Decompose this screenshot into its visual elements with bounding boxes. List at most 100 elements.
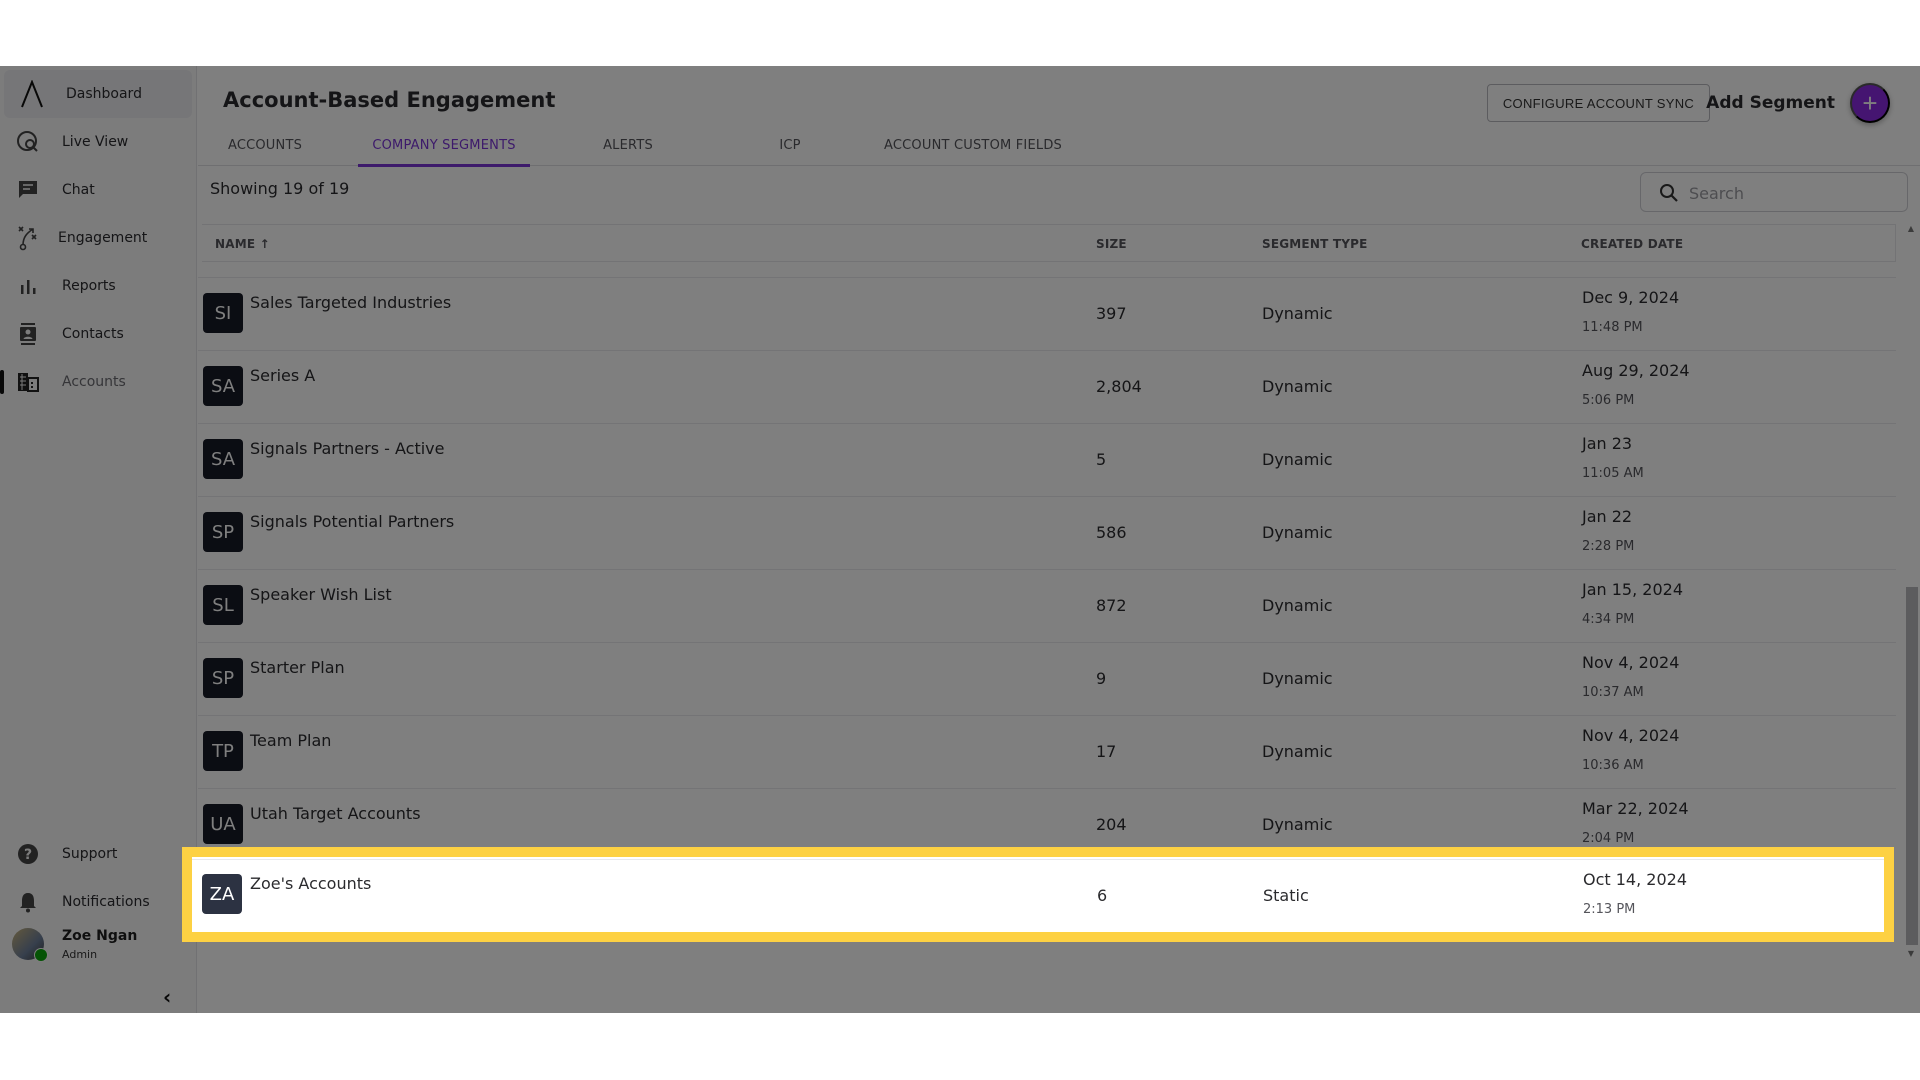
sidebar-item-contacts[interactable]: Contacts xyxy=(0,310,192,358)
segment-avatar: UA xyxy=(203,804,243,844)
sidebar-item-support[interactable]: ? Support xyxy=(0,830,192,878)
column-header-name[interactable]: NAME ↑ xyxy=(215,237,270,251)
sidebar-item-reports[interactable]: Reports xyxy=(0,262,192,310)
segment-avatar: SI xyxy=(203,293,243,333)
sidebar-item-label: Accounts xyxy=(62,374,126,390)
sidebar-item-chat[interactable]: Chat xyxy=(0,166,192,214)
table-scrollbar[interactable]: ▲ ▼ xyxy=(1904,224,1918,958)
table-row[interactable]: SP Signals Potential Partners 586 Dynamic Ja… xyxy=(198,496,1896,569)
svg-text:?: ? xyxy=(24,847,32,863)
created-time: 11:05 AM xyxy=(1582,466,1644,481)
logo-icon xyxy=(20,80,44,108)
bell-icon xyxy=(16,890,40,914)
column-header-created-date[interactable]: CREATED DATE xyxy=(1581,237,1683,251)
scroll-down-arrow-icon[interactable]: ▼ xyxy=(1908,949,1914,958)
created-time: 4:34 PM xyxy=(1582,612,1635,627)
sidebar-item-live-view[interactable]: Live View xyxy=(0,118,192,166)
created-date: Aug 29, 2024 xyxy=(1582,361,1690,380)
segment-size: 586 xyxy=(1096,523,1127,542)
sidebar-item-engagement[interactable]: Engagement xyxy=(0,214,192,262)
segment-type: Dynamic xyxy=(1262,523,1333,542)
segment-size: 397 xyxy=(1096,304,1127,323)
sidebar-item-label: Engagement xyxy=(58,230,148,246)
sidebar-item-label: Notifications xyxy=(62,894,150,910)
tab-bar: ACCOUNTS COMPANY SEGMENTS ALERTS ICP ACC… xyxy=(198,124,1920,167)
segment-size: 17 xyxy=(1096,742,1117,761)
segment-name[interactable]: Speaker Wish List xyxy=(250,585,392,604)
segment-type: Dynamic xyxy=(1262,450,1333,469)
online-status-dot xyxy=(34,948,48,962)
segment-name[interactable]: Utah Target Accounts xyxy=(250,804,421,823)
segment-type: Static xyxy=(1263,886,1309,905)
bar-chart-icon xyxy=(16,274,40,298)
table-row[interactable]: SA Signals Partners - Active 5 Dynamic Jan 2… xyxy=(198,423,1896,496)
sidebar-item-dashboard[interactable]: Dashboard xyxy=(4,70,192,118)
contacts-icon xyxy=(16,322,40,346)
segment-name[interactable]: Sales Targeted Industries xyxy=(250,293,451,312)
table-row[interactable]: SP Starter Plan 9 Dynamic Nov 4, 2024 10:37 A… xyxy=(198,642,1896,715)
column-header-segment-type[interactable]: SEGMENT TYPE xyxy=(1262,237,1368,251)
segment-type: Dynamic xyxy=(1262,669,1333,688)
table-row[interactable]: SL Speaker Wish List 872 Dynamic Jan 15, 202… xyxy=(198,569,1896,642)
segment-type: Dynamic xyxy=(1262,815,1333,834)
segment-size: 204 xyxy=(1096,815,1127,834)
scroll-thumb[interactable] xyxy=(1906,587,1918,945)
add-segment-button[interactable]: + xyxy=(1850,83,1890,123)
table-row[interactable]: SA Series A 2,804 Dynamic Aug 29, 2024 5:06 P… xyxy=(198,350,1896,423)
table-row[interactable]: TP Team Plan 17 Dynamic Nov 4, 2024 10:36 AM xyxy=(198,715,1896,788)
tab-account-custom-fields[interactable]: ACCOUNT CUSTOM FIELDS xyxy=(858,124,1088,166)
add-segment-label[interactable]: Add Segment xyxy=(1706,93,1835,113)
scroll-up-arrow-icon[interactable]: ▲ xyxy=(1908,224,1914,233)
building-icon xyxy=(16,370,40,394)
table-row[interactable]: SI Sales Targeted Industries 397 Dynamic Dec… xyxy=(198,277,1896,350)
segment-name[interactable]: Team Plan xyxy=(250,731,331,750)
sidebar-item-label: Dashboard xyxy=(66,86,142,102)
created-date: Jan 23 xyxy=(1582,434,1633,453)
created-date: Oct 14, 2024 xyxy=(1583,870,1687,889)
tab-accounts[interactable]: ACCOUNTS xyxy=(210,124,320,166)
configure-account-sync-button[interactable]: CONFIGURE ACCOUNT SYNC xyxy=(1487,84,1710,122)
created-time: 10:37 AM xyxy=(1582,685,1644,700)
segment-name[interactable]: Signals Partners - Active xyxy=(250,439,445,458)
segment-name[interactable]: Starter Plan xyxy=(250,658,345,677)
segment-avatar: SA xyxy=(203,439,243,479)
segment-name[interactable]: Signals Potential Partners xyxy=(250,512,454,531)
live-view-icon xyxy=(16,130,40,154)
segment-size: 5 xyxy=(1096,450,1107,469)
created-time: 11:48 PM xyxy=(1582,320,1643,335)
created-time: 2:28 PM xyxy=(1582,539,1635,554)
search-box[interactable] xyxy=(1640,172,1908,212)
page-title: Account-Based Engagement xyxy=(223,88,556,112)
created-date: Dec 9, 2024 xyxy=(1582,288,1680,307)
highlighted-table-row[interactable]: ZA Zoe's Accounts 6 Static Oct 14, 2024 … xyxy=(182,847,1894,942)
segment-type: Dynamic xyxy=(1262,596,1333,615)
tab-icp[interactable]: ICP xyxy=(730,124,850,166)
segment-type: Dynamic xyxy=(1262,742,1333,761)
segment-avatar: SA xyxy=(203,366,243,406)
results-count: Showing 19 of 19 xyxy=(210,179,350,198)
segment-avatar: TP xyxy=(203,731,243,771)
segment-size: 872 xyxy=(1096,596,1127,615)
created-date: Jan 22 xyxy=(1582,507,1633,526)
help-icon: ? xyxy=(16,842,40,866)
segment-size: 2,804 xyxy=(1096,377,1142,396)
search-icon xyxy=(1659,183,1679,203)
created-time: 2:04 PM xyxy=(1582,831,1635,846)
segment-name[interactable]: Zoe's Accounts xyxy=(250,874,371,893)
collapse-sidebar-button[interactable]: ‹ xyxy=(163,985,171,1009)
created-date: Nov 4, 2024 xyxy=(1582,653,1680,672)
sidebar-item-accounts[interactable]: Accounts xyxy=(0,358,192,406)
table-row[interactable]: ZA Zoe's Accounts 6 Static Oct 14, 2024 … xyxy=(192,859,1884,932)
user-role: Admin xyxy=(62,948,98,961)
sidebar-item-notifications[interactable]: Notifications xyxy=(0,878,192,926)
sidebar-item-label: Live View xyxy=(62,134,129,150)
user-name: Zoe Ngan xyxy=(62,928,138,944)
user-profile[interactable]: Zoe Ngan Admin xyxy=(12,928,192,972)
search-input[interactable] xyxy=(1689,181,1889,205)
tab-alerts[interactable]: ALERTS xyxy=(568,124,688,166)
tab-company-segments[interactable]: COMPANY SEGMENTS xyxy=(358,124,530,167)
sidebar: Dashboard Live View Chat Engagement Repo… xyxy=(0,66,197,1013)
column-header-size[interactable]: SIZE xyxy=(1096,237,1127,251)
segment-name[interactable]: Series A xyxy=(250,366,315,385)
segment-avatar: SP xyxy=(203,512,243,552)
